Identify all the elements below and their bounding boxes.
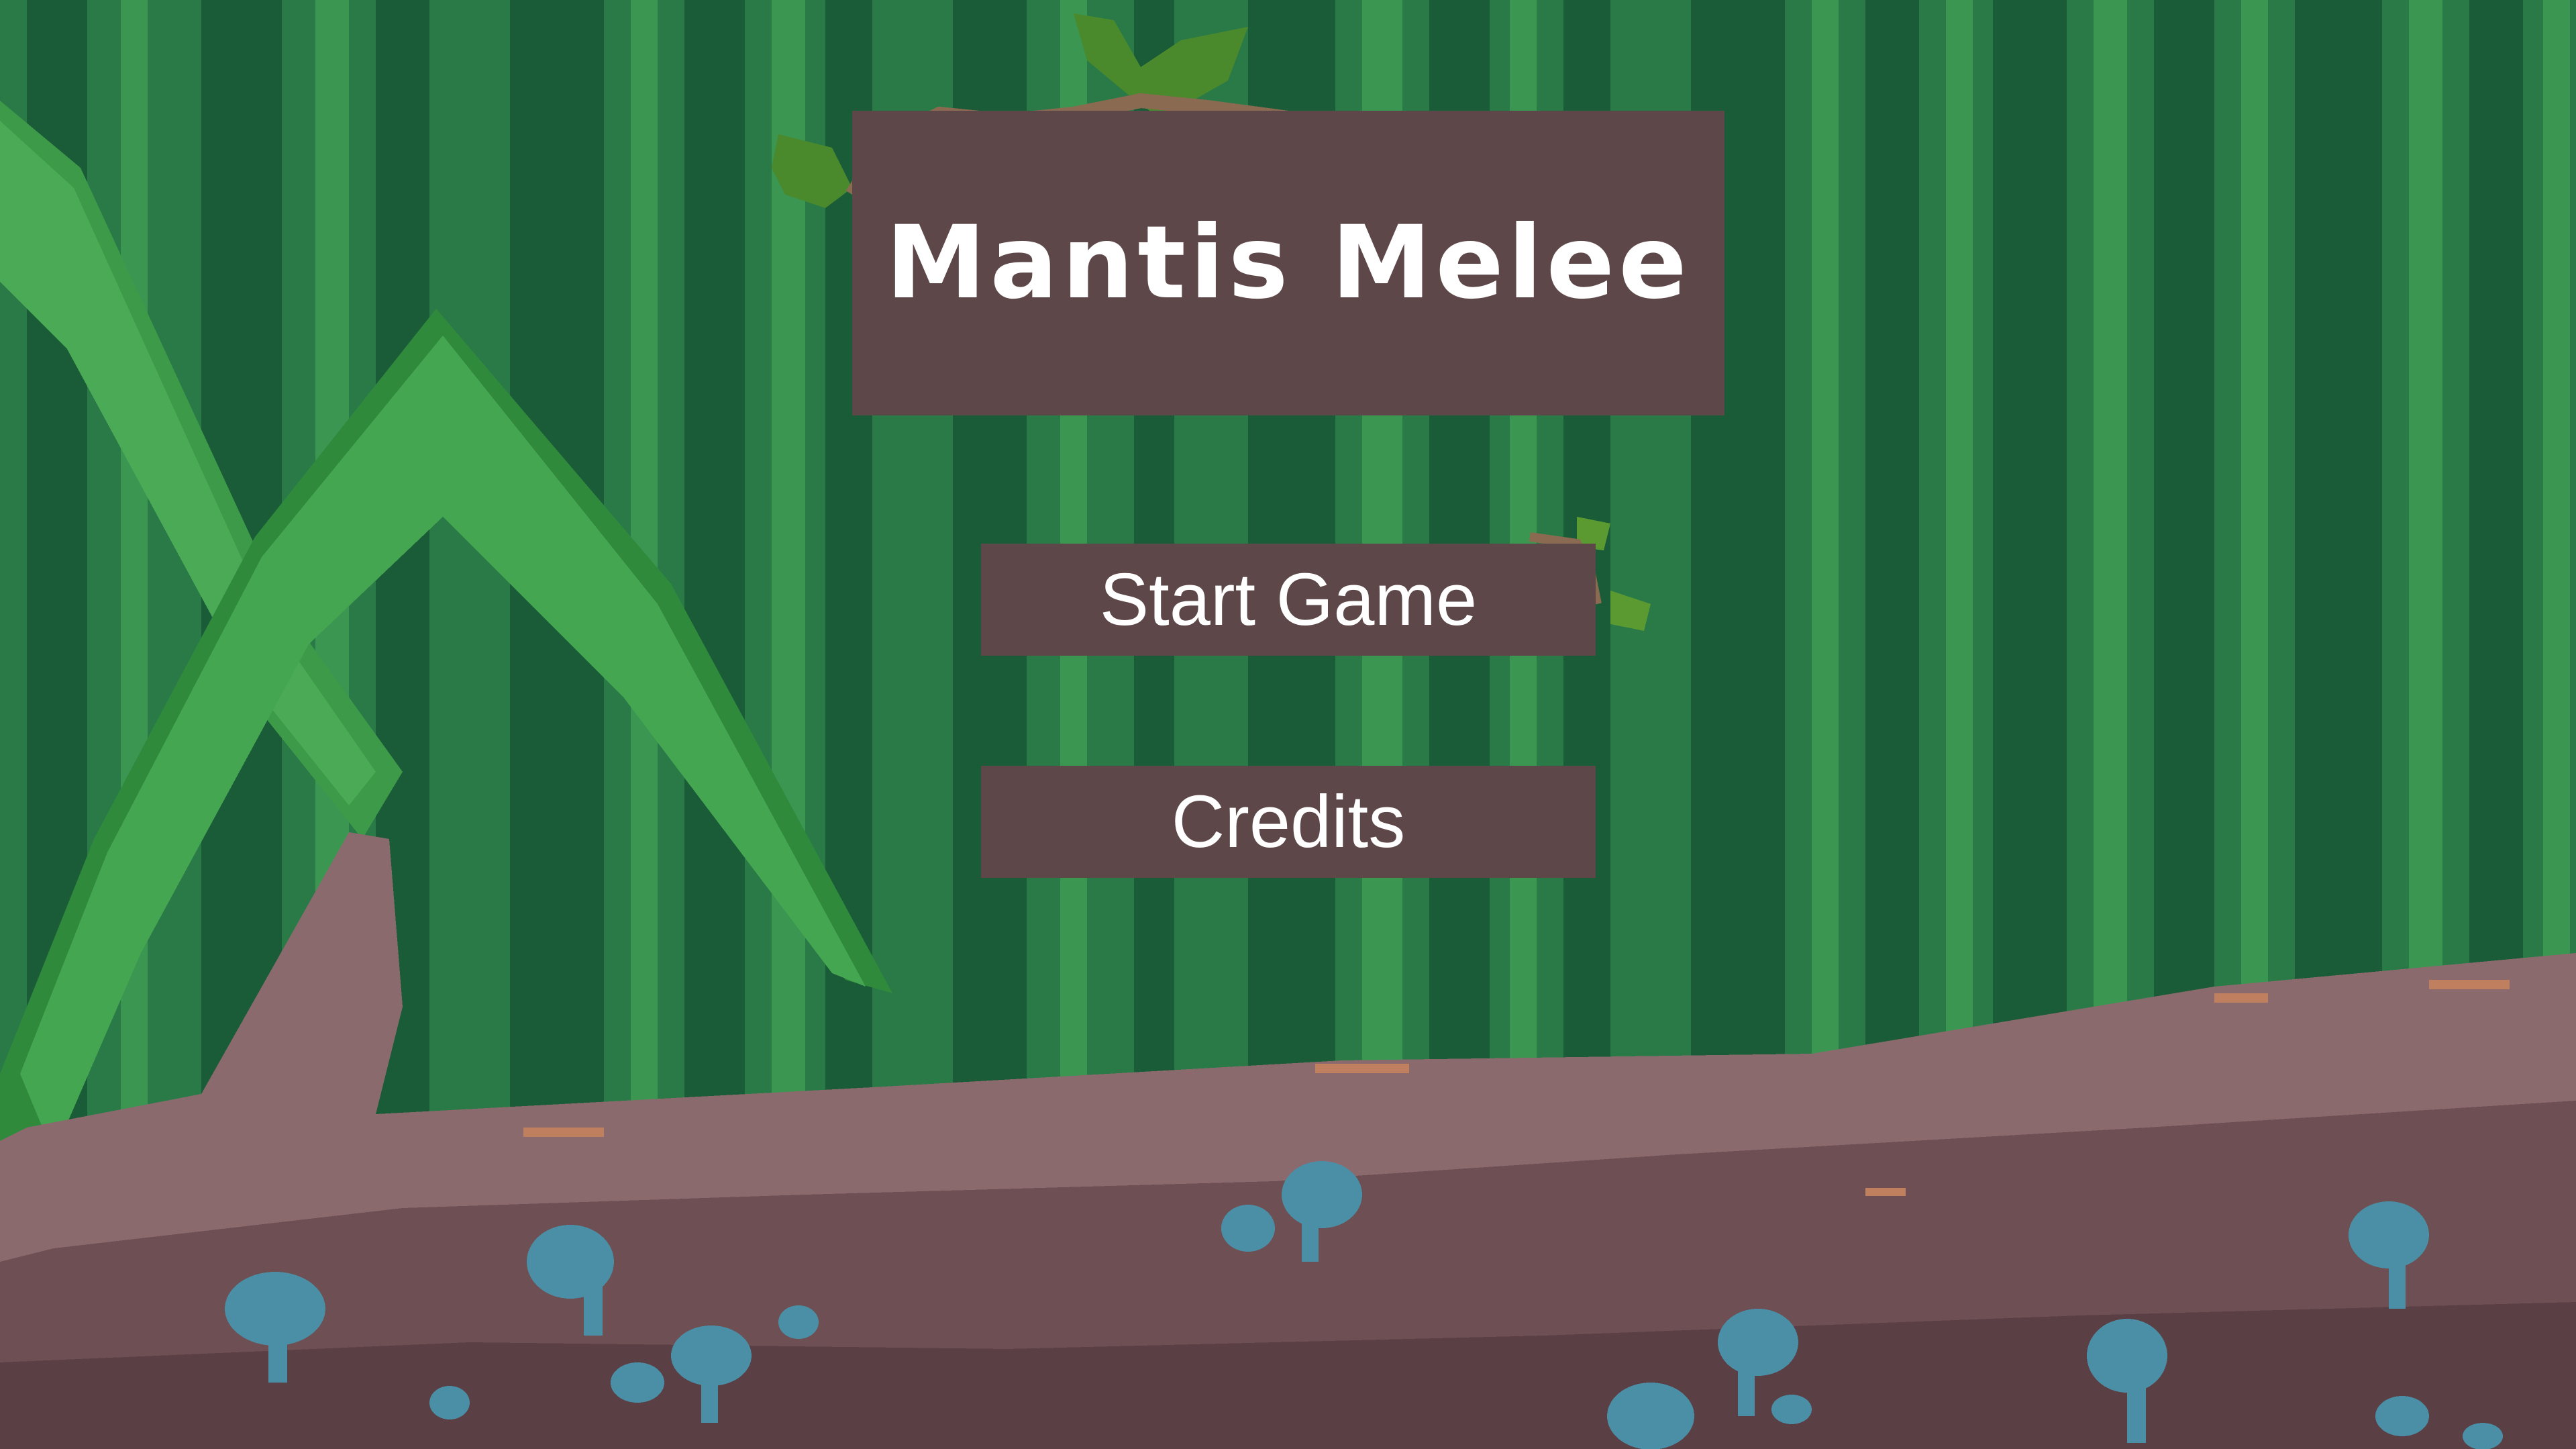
start-game-button[interactable]: Start Game bbox=[981, 544, 1596, 656]
start-game-label: Start Game bbox=[1099, 558, 1478, 641]
game-title: Mantis Melee bbox=[886, 205, 1691, 321]
title-sign: Mantis Melee bbox=[852, 111, 1724, 415]
credits-label: Credits bbox=[1171, 781, 1406, 863]
main-menu-screen: Mantis Melee Start Game Credits bbox=[0, 0, 2576, 1449]
credits-button[interactable]: Credits bbox=[981, 766, 1596, 878]
